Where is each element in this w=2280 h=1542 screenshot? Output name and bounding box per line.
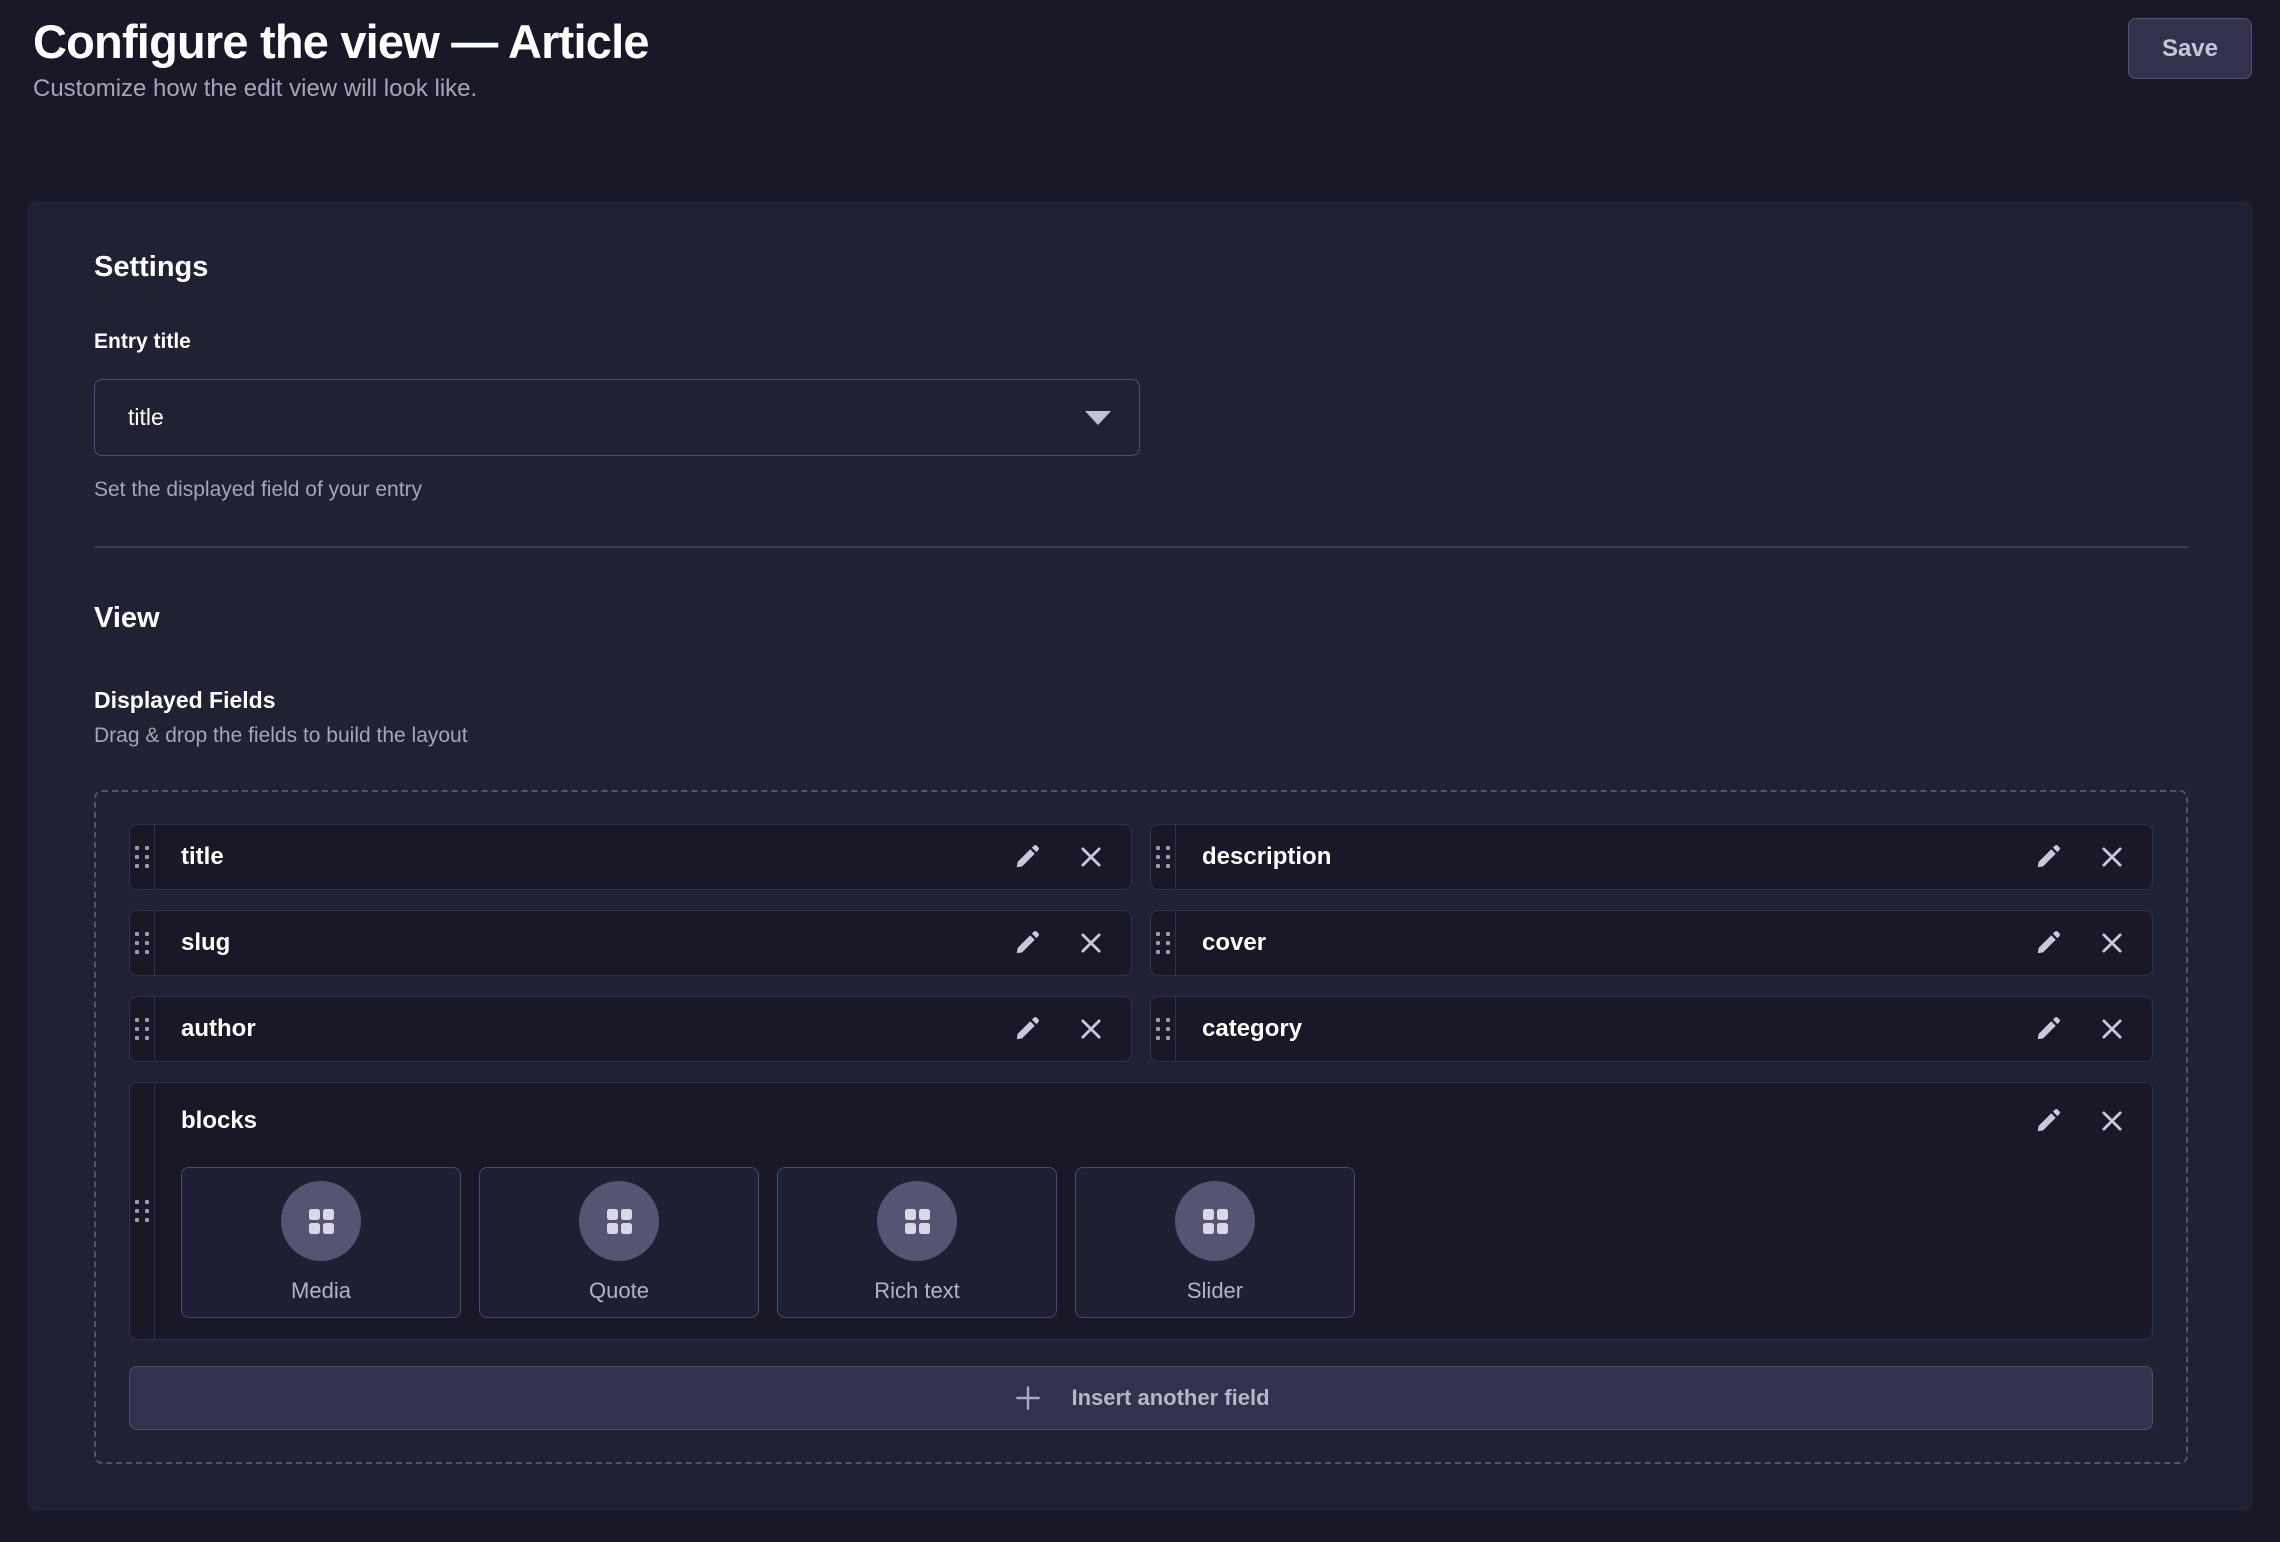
entry-title-select[interactable]: title [94, 379, 1140, 456]
pencil-icon[interactable] [2028, 1101, 2068, 1141]
component-tile-quote[interactable]: Quote [479, 1167, 759, 1318]
field-card-slug: slug [129, 910, 1132, 976]
drag-handle-icon[interactable] [130, 1083, 155, 1339]
field-name: description [1202, 843, 2028, 871]
page-header: Configure the view — Article Customize h… [0, 0, 2280, 103]
field-name: author [181, 1015, 1007, 1043]
close-icon[interactable] [2092, 923, 2132, 963]
section-divider [94, 546, 2188, 548]
pencil-icon[interactable] [2028, 923, 2068, 963]
field-name: blocks [181, 1107, 257, 1135]
close-icon[interactable] [1071, 837, 1111, 877]
plus-icon [1012, 1382, 1044, 1414]
displayed-fields-hint: Drag & drop the fields to build the layo… [94, 724, 2188, 748]
view-heading: View [94, 602, 2188, 635]
pencil-icon[interactable] [1007, 1009, 1047, 1049]
component-tile-label: Quote [589, 1278, 649, 1304]
grid-icon [1175, 1181, 1255, 1261]
drag-handle-icon[interactable] [1151, 825, 1176, 889]
field-card-description: description [1150, 824, 2153, 890]
page-subtitle: Customize how the edit view will look li… [33, 75, 2252, 103]
field-card-title: title [129, 824, 1132, 890]
pencil-icon[interactable] [1007, 837, 1047, 877]
field-name: cover [1202, 929, 2028, 957]
page-title: Configure the view — Article [33, 10, 2252, 73]
close-icon[interactable] [2092, 1101, 2132, 1141]
entry-title-label: Entry title [94, 330, 2188, 354]
close-icon[interactable] [1071, 1009, 1111, 1049]
displayed-fields-label: Displayed Fields [94, 687, 2188, 714]
field-name: slug [181, 929, 1007, 957]
grid-icon [281, 1181, 361, 1261]
field-card-blocks: blocks [129, 1082, 2153, 1340]
component-tile-media[interactable]: Media [181, 1167, 461, 1318]
component-tile-slider[interactable]: Slider [1075, 1167, 1355, 1318]
component-tiles: Media Quote Rich text [181, 1167, 2152, 1318]
entry-title-hint: Set the displayed field of your entry [94, 478, 2188, 502]
component-tile-label: Rich text [874, 1278, 960, 1304]
drag-handle-icon[interactable] [1151, 911, 1176, 975]
pencil-icon[interactable] [2028, 1009, 2068, 1049]
fields-dropzone: title description [94, 790, 2188, 1464]
component-tile-rich-text[interactable]: Rich text [777, 1167, 1057, 1318]
save-button[interactable]: Save [2128, 18, 2252, 79]
drag-handle-icon[interactable] [130, 911, 155, 975]
insert-another-field-label: Insert another field [1071, 1385, 1269, 1411]
pencil-icon[interactable] [1007, 923, 1047, 963]
config-panel: Settings Entry title title Set the displ… [27, 201, 2253, 1511]
grid-icon [877, 1181, 957, 1261]
settings-heading: Settings [94, 251, 2188, 284]
field-card-cover: cover [1150, 910, 2153, 976]
drag-handle-icon[interactable] [1151, 997, 1176, 1061]
pencil-icon[interactable] [2028, 837, 2068, 877]
fields-grid: title description [129, 824, 2153, 1340]
field-name: title [181, 843, 1007, 871]
component-tile-label: Slider [1187, 1278, 1243, 1304]
field-card-category: category [1150, 996, 2153, 1062]
field-name: category [1202, 1015, 2028, 1043]
drag-handle-icon[interactable] [130, 997, 155, 1061]
close-icon[interactable] [1071, 923, 1111, 963]
insert-another-field-button[interactable]: Insert another field [129, 1366, 2153, 1430]
chevron-down-icon [1085, 411, 1111, 425]
field-card-author: author [129, 996, 1132, 1062]
drag-handle-icon[interactable] [130, 825, 155, 889]
grid-icon [579, 1181, 659, 1261]
close-icon[interactable] [2092, 837, 2132, 877]
close-icon[interactable] [2092, 1009, 2132, 1049]
entry-title-select-value: title [128, 404, 164, 431]
component-tile-label: Media [291, 1278, 351, 1304]
